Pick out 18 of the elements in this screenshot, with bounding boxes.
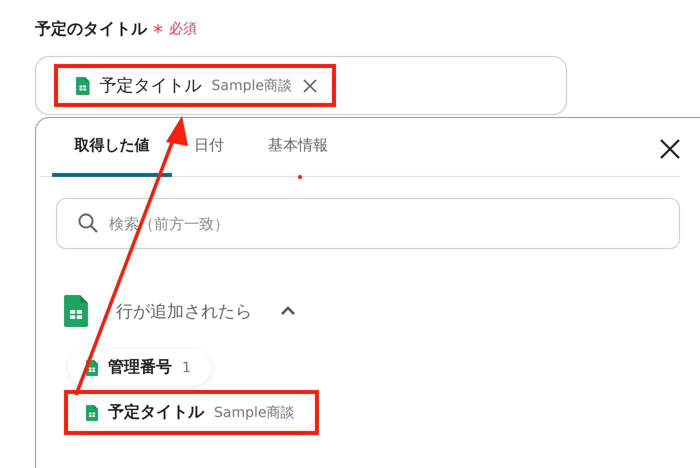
group-title: 行が追加されたら bbox=[116, 300, 252, 322]
variable-chip[interactable]: 管理番号 1 bbox=[68, 349, 211, 386]
variable-chip[interactable]: 予定タイトル Sample商談 bbox=[58, 68, 332, 103]
spreadsheet-icon bbox=[64, 295, 88, 327]
title-field[interactable]: 予定タイトル Sample商談 bbox=[35, 56, 567, 115]
close-icon[interactable] bbox=[302, 78, 318, 94]
field-label: 予定のタイトル bbox=[35, 18, 147, 40]
spreadsheet-icon bbox=[86, 404, 98, 420]
spreadsheet-icon bbox=[76, 76, 90, 94]
variable-chip[interactable]: 予定タイトル Sample商談 bbox=[68, 394, 314, 431]
required-text: 必須 bbox=[169, 20, 197, 38]
collapse-button[interactable] bbox=[280, 306, 296, 316]
search-icon bbox=[78, 213, 98, 233]
required-mark: * bbox=[153, 22, 163, 42]
tab[interactable]: 基本情報 bbox=[268, 136, 328, 177]
close-button[interactable] bbox=[659, 138, 681, 160]
tab[interactable]: 日付 bbox=[194, 136, 224, 177]
search-field[interactable]: 検索（前方一致） bbox=[56, 198, 680, 249]
